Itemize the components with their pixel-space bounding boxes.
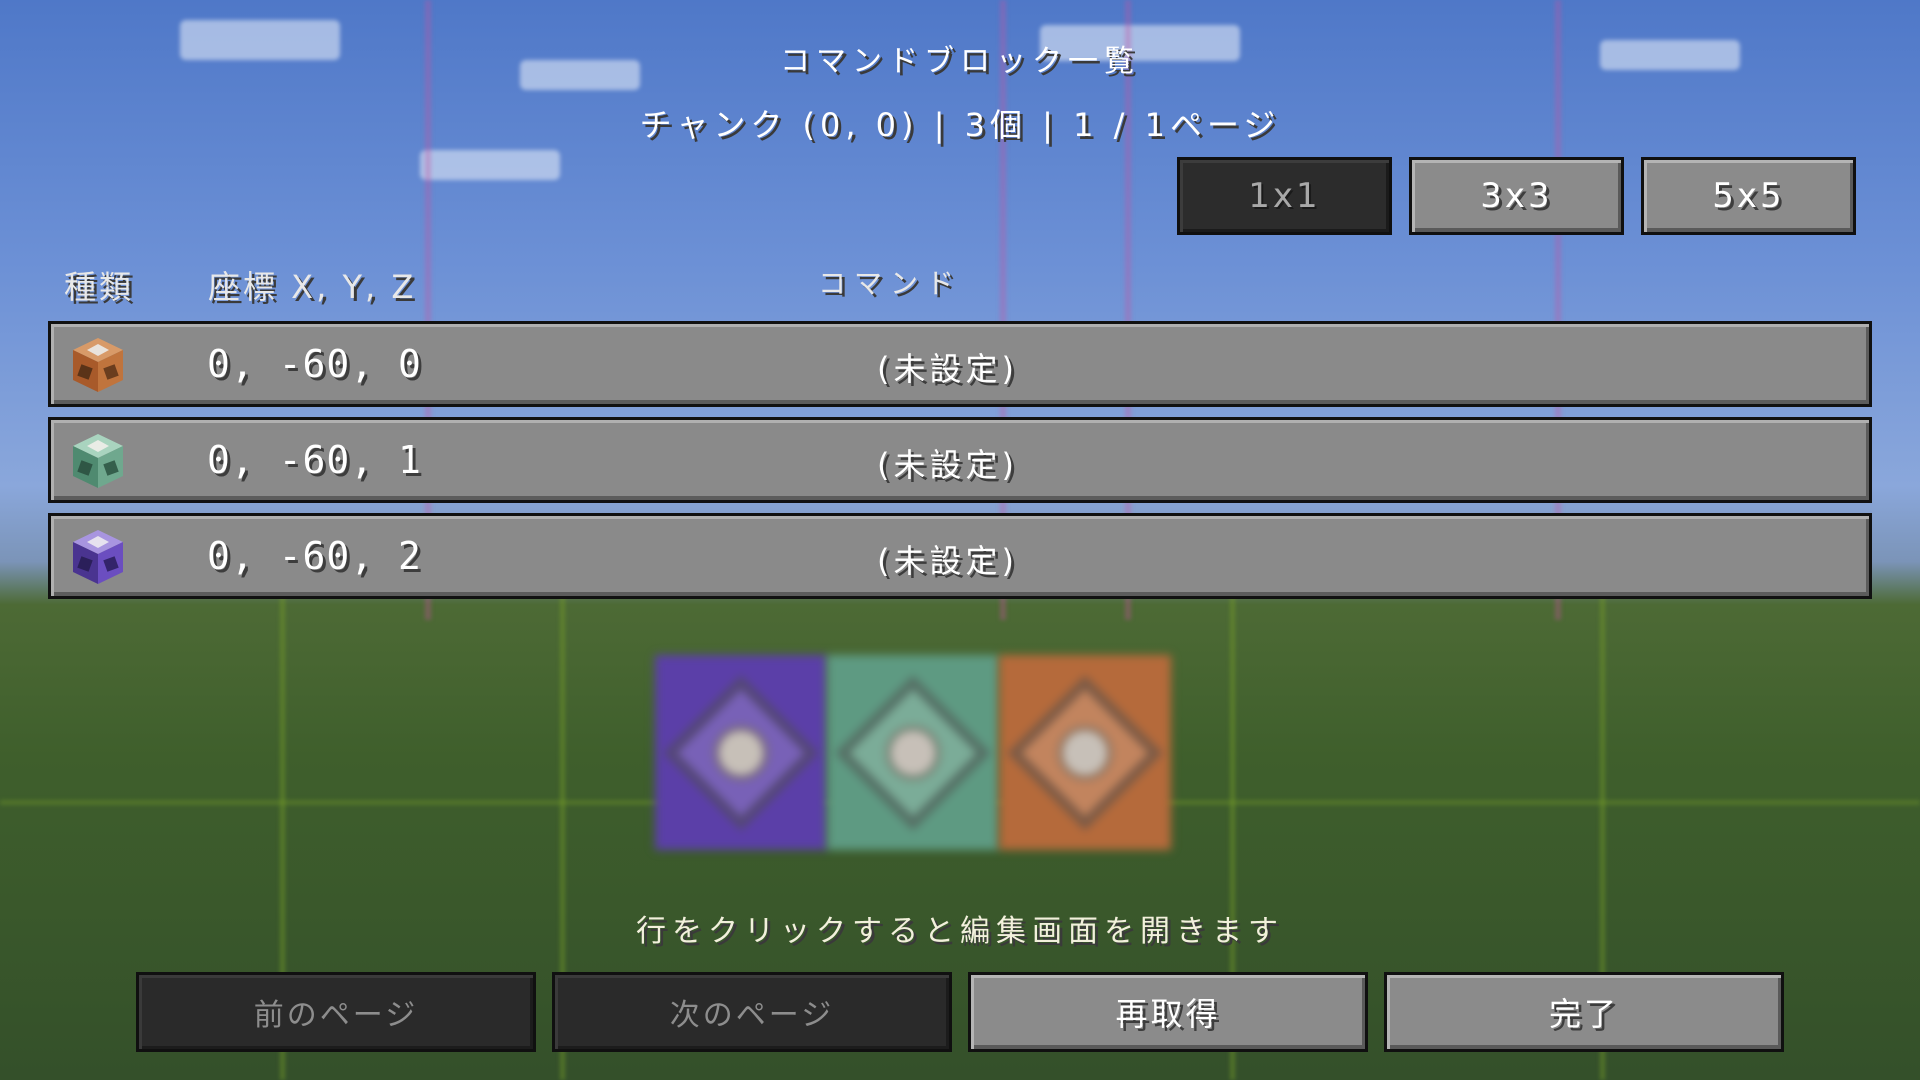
- previous-page-button[interactable]: 前のページ: [136, 972, 536, 1052]
- page-title: コマンドブロック一覧: [780, 44, 1140, 79]
- row-command: (未設定): [877, 350, 1018, 388]
- row-command: (未設定): [877, 446, 1018, 484]
- chain-command-block-icon: [73, 434, 123, 488]
- command-block-row[interactable]: 0, -60, 0 (未設定): [48, 321, 1872, 407]
- next-page-button[interactable]: 次のページ: [552, 972, 952, 1052]
- command-block-row[interactable]: 0, -60, 2 (未設定): [48, 513, 1872, 599]
- row-command: (未設定): [877, 542, 1018, 580]
- column-header-coords: 座標 X, Y, Z: [208, 268, 417, 306]
- repeat-command-block-icon: [73, 530, 123, 584]
- column-header-command: コマンド: [818, 267, 963, 300]
- done-button[interactable]: 完了: [1384, 972, 1784, 1052]
- row-coords: 0, -60, 0: [207, 342, 422, 386]
- area-5x5-button[interactable]: 5x5: [1641, 157, 1856, 235]
- chunk-summary: チャンク (0, 0) | 3個 | 1 / 1ページ: [639, 106, 1281, 144]
- impulse-command-block-icon: [73, 338, 123, 392]
- row-coords: 0, -60, 2: [207, 534, 422, 578]
- reload-button[interactable]: 再取得: [968, 972, 1368, 1052]
- column-header-type: 種類: [64, 268, 135, 306]
- area-3x3-button[interactable]: 3x3: [1409, 157, 1624, 235]
- row-coords: 0, -60, 1: [207, 438, 422, 482]
- command-block-row[interactable]: 0, -60, 1 (未設定): [48, 417, 1872, 503]
- hint-text: 行をクリックすると編集画面を開きます: [636, 914, 1284, 949]
- area-1x1-button[interactable]: 1x1: [1177, 157, 1392, 235]
